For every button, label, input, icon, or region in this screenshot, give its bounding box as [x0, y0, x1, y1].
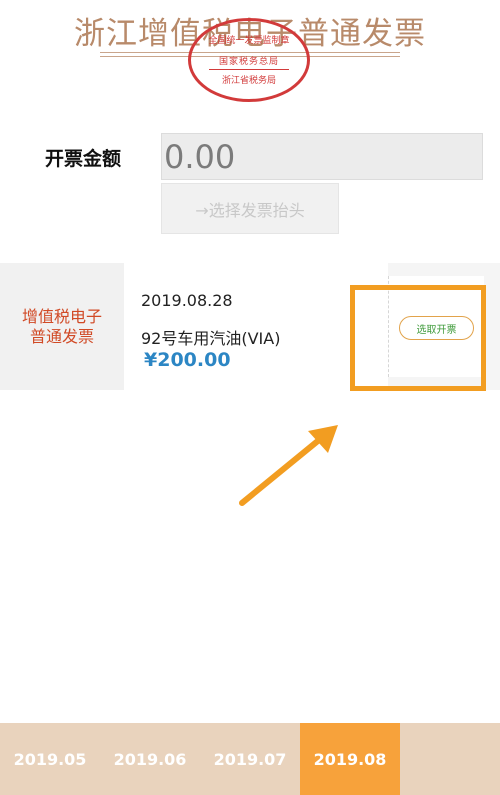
invoice-item: 92号车用汽油(VIA): [141, 329, 281, 348]
highlight-box: [350, 285, 486, 391]
choose-invoice-header-button[interactable]: →选择发票抬头: [161, 183, 339, 234]
invoice-type-line1: 增值税电子: [21, 306, 102, 326]
seal-top-text: 全国统一发票监制章: [208, 36, 290, 46]
invoice-price: ¥200.00: [144, 349, 231, 371]
invoice-type: 增值税电子 普通发票: [0, 263, 124, 390]
invoice-details: 2019.08.28 92号车用汽油(VIA) ¥200.00: [124, 263, 388, 390]
month-tab-bar: 2019.05 2019.06 2019.07 2019.08: [0, 723, 500, 795]
tab-2019-06[interactable]: 2019.06: [100, 723, 200, 795]
pointer-arrow-icon: [239, 425, 338, 506]
invoice-header: 浙江增值税电子普通发票 全国统一发票监制章 国家税务总局 浙江省税务局: [0, 0, 500, 102]
seal-middle-text: 国家税务总局: [218, 57, 279, 67]
seal-divider: [209, 69, 289, 70]
tab-2019-07[interactable]: 2019.07: [200, 723, 300, 795]
amount-input[interactable]: 0.00: [161, 133, 483, 180]
tax-seal-stamp: 全国统一发票监制章 国家税务总局 浙江省税务局: [188, 18, 310, 102]
amount-label: 开票金额: [45, 148, 122, 170]
seal-bottom-text: 浙江省税务局: [221, 76, 276, 86]
invoice-type-line2: 普通发票: [29, 326, 94, 346]
amount-value: 0.00: [164, 138, 236, 176]
tab-2019-05[interactable]: 2019.05: [0, 723, 100, 795]
tab-2019-08[interactable]: 2019.08: [300, 723, 400, 795]
invoice-date: 2019.08.28: [141, 291, 233, 310]
